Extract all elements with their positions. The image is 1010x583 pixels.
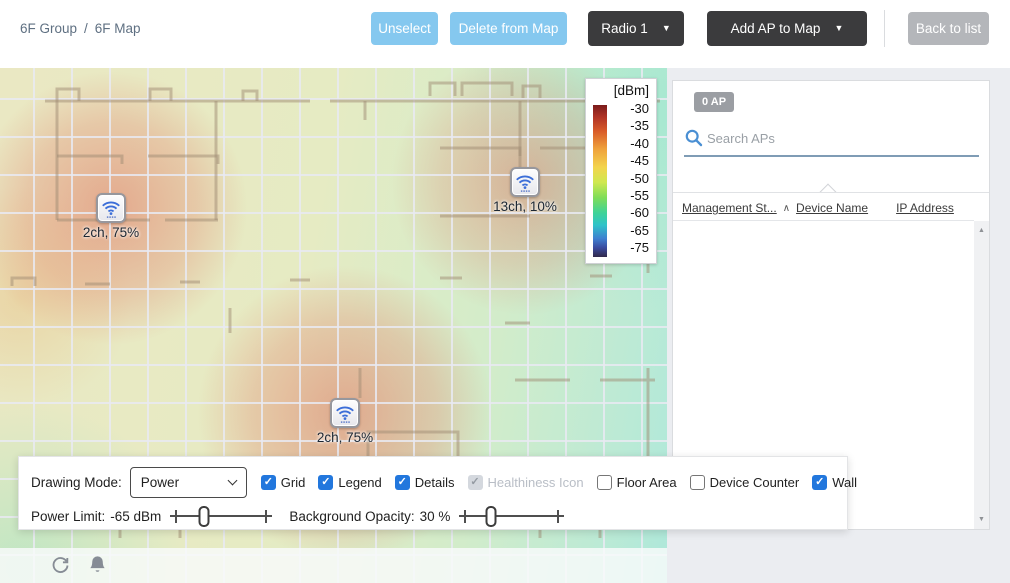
slider-tick [175, 510, 177, 523]
checkbox-checked-icon[interactable]: ✓ [812, 475, 827, 490]
drawing-mode-label: Drawing Mode: [31, 475, 122, 490]
sort-ascending-icon[interactable]: ∧ [783, 203, 790, 214]
scroll-down-icon[interactable]: ▼ [974, 516, 989, 523]
sliders-row: Power Limit: -65 dBm Background Opacity:… [31, 505, 564, 527]
top-bar: 6F Group / 6F Map Unselect Delete from M… [0, 0, 1010, 68]
background-opacity-value: 30 % [420, 509, 451, 524]
power-limit-value: -65 dBm [110, 509, 161, 524]
unselect-button[interactable]: Unselect [371, 12, 438, 45]
checkbox-legend[interactable]: ✓ Legend [318, 475, 381, 490]
legend-tick: -35 [630, 118, 649, 133]
legend-color-scale [593, 105, 607, 257]
legend-tick: -50 [630, 171, 649, 186]
ap-label: 2ch, 75% [285, 430, 405, 445]
ap-label: 2ch, 75% [51, 225, 171, 240]
slider-tick [557, 510, 559, 523]
legend-ticks: -30 -35 -40 -45 -50 -55 -60 -65 -75 [612, 101, 649, 255]
delete-from-map-button[interactable]: Delete from Map [450, 12, 567, 45]
slider-track[interactable] [170, 515, 272, 517]
column-ip-address[interactable]: IP Address [896, 201, 954, 215]
ap-marker[interactable] [510, 167, 540, 197]
breadcrumb-current: 6F Map [95, 21, 141, 36]
checkbox-device-counter[interactable]: Device Counter [690, 475, 800, 490]
slider-tick [464, 510, 466, 523]
notification-bell-icon[interactable] [87, 554, 108, 577]
checkbox-label: Details [415, 475, 455, 490]
checkbox-label: Healthiness Icon [488, 475, 584, 490]
ap-marker[interactable] [96, 193, 126, 223]
background-opacity-slider[interactable] [459, 506, 564, 527]
checkbox-label: Floor Area [617, 475, 677, 490]
chevron-down-icon: ▼ [834, 24, 843, 33]
radio-dropdown-label: Radio 1 [601, 21, 648, 36]
add-ap-to-map-dropdown[interactable]: Add AP to Map ▼ [707, 11, 867, 46]
legend-tick: -30 [630, 101, 649, 116]
checkbox-unchecked-icon[interactable] [597, 475, 612, 490]
legend-tick: -60 [630, 205, 649, 220]
ap-label: 13ch, 10% [465, 199, 585, 214]
refresh-icon[interactable] [50, 555, 71, 576]
search-icon [685, 129, 703, 147]
legend-tick: -45 [630, 153, 649, 168]
power-limit-label: Power Limit: [31, 509, 105, 524]
column-management-status[interactable]: Management St... [682, 201, 777, 215]
checkbox-grid[interactable]: ✓ Grid [261, 475, 306, 490]
add-ap-label: Add AP to Map [731, 21, 821, 36]
slider-tick [265, 510, 267, 523]
ap-marker[interactable] [330, 398, 360, 428]
column-device-name[interactable]: Device Name [796, 201, 868, 215]
search-underline [684, 155, 979, 157]
map-options-panel: Drawing Mode: Power ✓ Grid ✓ Legend ✓ Details… [18, 456, 848, 530]
table-header-row: Management St... ∧ Device Name IP Addres… [682, 201, 954, 215]
breadcrumb-group[interactable]: 6F Group [20, 21, 77, 36]
checkbox-unchecked-icon[interactable] [690, 475, 705, 490]
checkbox-label: Wall [832, 475, 857, 490]
ap-count-badge: 0 AP [694, 92, 734, 112]
checkbox-wall[interactable]: ✓ Wall [812, 475, 857, 490]
checkbox-checked-icon[interactable]: ✓ [261, 475, 276, 490]
power-limit-slider-thumb[interactable] [198, 506, 209, 527]
legend-title: [dBm] [614, 83, 649, 98]
toolbar-divider [884, 10, 885, 47]
checkbox-row: ✓ Grid ✓ Legend ✓ Details ✓ Healthiness Icon Flo… [261, 475, 857, 490]
unselect-button-label: Unselect [378, 21, 431, 36]
legend-tick: -55 [630, 188, 649, 203]
delete-from-map-label: Delete from Map [459, 21, 559, 36]
opacity-slider-thumb[interactable] [485, 506, 496, 527]
checkbox-checked-icon[interactable]: ✓ [318, 475, 333, 490]
options-row: Drawing Mode: Power ✓ Grid ✓ Legend ✓ Details… [31, 466, 857, 499]
checkbox-floor-area[interactable]: Floor Area [597, 475, 677, 490]
drawing-mode-select[interactable]: Power [130, 467, 247, 498]
back-to-list-label: Back to list [916, 21, 981, 36]
checkbox-checked-icon: ✓ [468, 475, 483, 490]
chevron-down-icon: ▼ [662, 24, 671, 33]
radio-dropdown[interactable]: Radio 1 ▼ [588, 11, 684, 46]
legend-tick: -75 [630, 240, 649, 255]
checkbox-details[interactable]: ✓ Details [395, 475, 455, 490]
power-limit-slider[interactable] [170, 506, 272, 527]
background-opacity-label: Background Opacity: [289, 509, 414, 524]
search-input[interactable] [707, 127, 967, 149]
checkbox-label: Grid [281, 475, 306, 490]
dbm-legend: [dBm] -30 -35 -40 -45 -50 -55 -60 -65 -75 [585, 78, 657, 264]
checkbox-label: Device Counter [710, 475, 800, 490]
panel-divider [673, 192, 989, 193]
checkbox-label: Legend [338, 475, 381, 490]
checkbox-checked-icon[interactable]: ✓ [395, 475, 410, 490]
table-header-underline [673, 220, 974, 221]
legend-tick: -65 [630, 223, 649, 238]
slider-track[interactable] [459, 515, 564, 517]
checkbox-healthiness-icon: ✓ Healthiness Icon [468, 475, 584, 490]
legend-tick: -40 [630, 136, 649, 151]
drawing-mode-select-wrap: Power [130, 467, 247, 498]
scrollbar[interactable]: ▲ ▼ [974, 221, 989, 529]
scroll-up-icon[interactable]: ▲ [974, 227, 989, 234]
breadcrumb: 6F Group / 6F Map [20, 21, 141, 36]
breadcrumb-separator: / [84, 21, 88, 36]
back-to-list-button[interactable]: Back to list [908, 12, 989, 45]
